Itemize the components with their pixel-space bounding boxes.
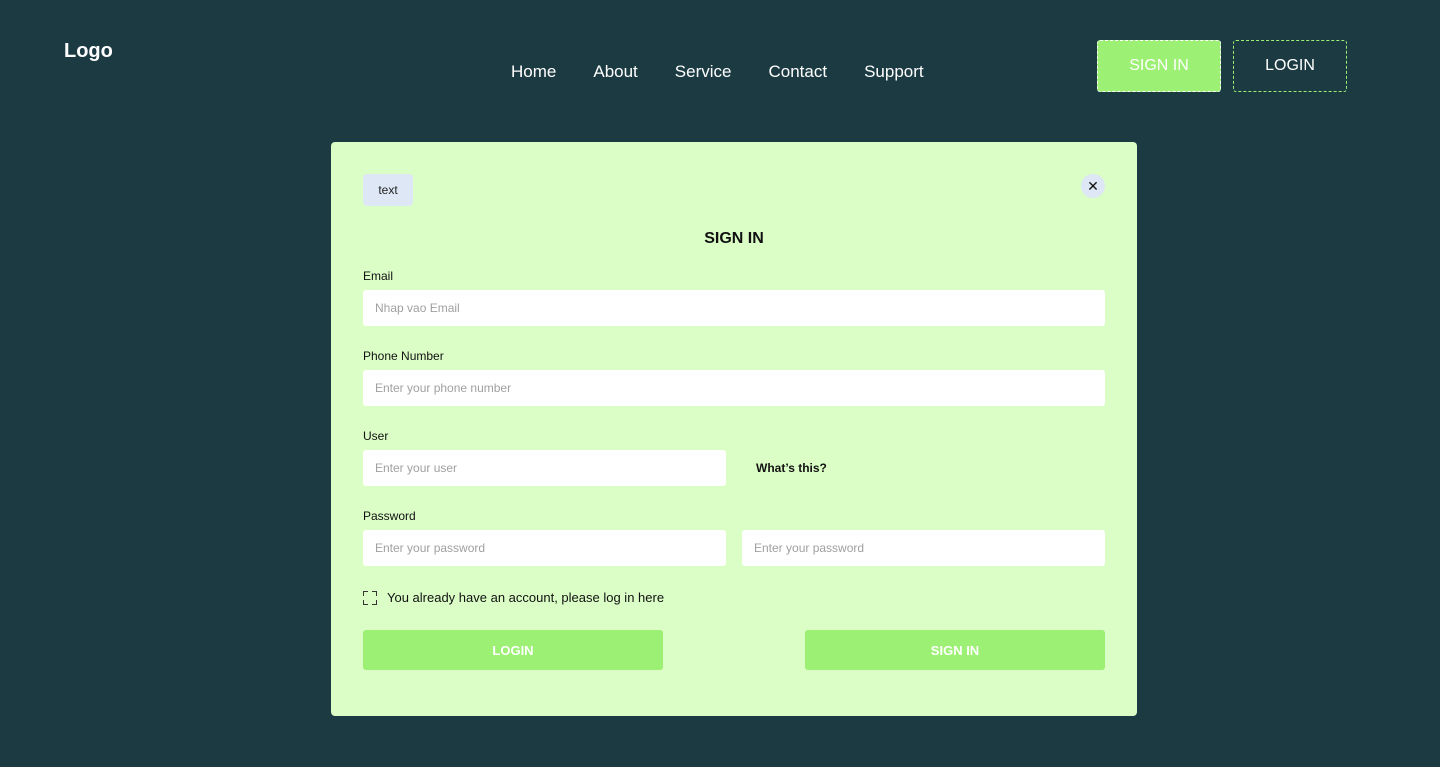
- password-label: Password: [363, 509, 416, 523]
- nav-home[interactable]: Home: [511, 62, 556, 82]
- close-icon[interactable]: ✕: [1081, 174, 1105, 198]
- user-field[interactable]: [363, 450, 726, 486]
- header-login-button[interactable]: LOGIN: [1233, 40, 1347, 92]
- nav-service[interactable]: Service: [675, 62, 732, 82]
- page: Logo Home About Service Contact Support …: [0, 0, 1440, 767]
- phone-label: Phone Number: [363, 349, 444, 363]
- modal-title: SIGN IN: [704, 230, 764, 247]
- logo: Logo: [64, 40, 113, 62]
- account-checkbox[interactable]: [363, 590, 377, 605]
- confirm-password-field[interactable]: [742, 530, 1105, 566]
- sign-in-button[interactable]: SIGN IN: [805, 630, 1105, 670]
- password-field[interactable]: [363, 530, 726, 566]
- header-sign-in-button[interactable]: SIGN IN: [1097, 40, 1221, 92]
- nav-contact[interactable]: Contact: [768, 62, 827, 82]
- login-button[interactable]: LOGIN: [363, 630, 663, 670]
- account-checkbox-row: You already have an account, please log …: [363, 590, 664, 605]
- email-field[interactable]: [363, 290, 1105, 326]
- nav-about[interactable]: About: [593, 62, 637, 82]
- main-nav: Home About Service Contact Support: [511, 62, 924, 82]
- checkbox-label: You already have an account, please log …: [387, 590, 665, 605]
- email-label: Email: [363, 269, 394, 283]
- whats-this-link[interactable]: What’s this?: [756, 461, 827, 475]
- sign-in-modal: text ✕ SIGN IN Email Phone Number User W…: [331, 142, 1137, 716]
- user-label: User: [363, 429, 389, 443]
- phone-field[interactable]: [363, 370, 1105, 406]
- nav-support[interactable]: Support: [864, 62, 924, 82]
- text-tag: text: [363, 174, 413, 206]
